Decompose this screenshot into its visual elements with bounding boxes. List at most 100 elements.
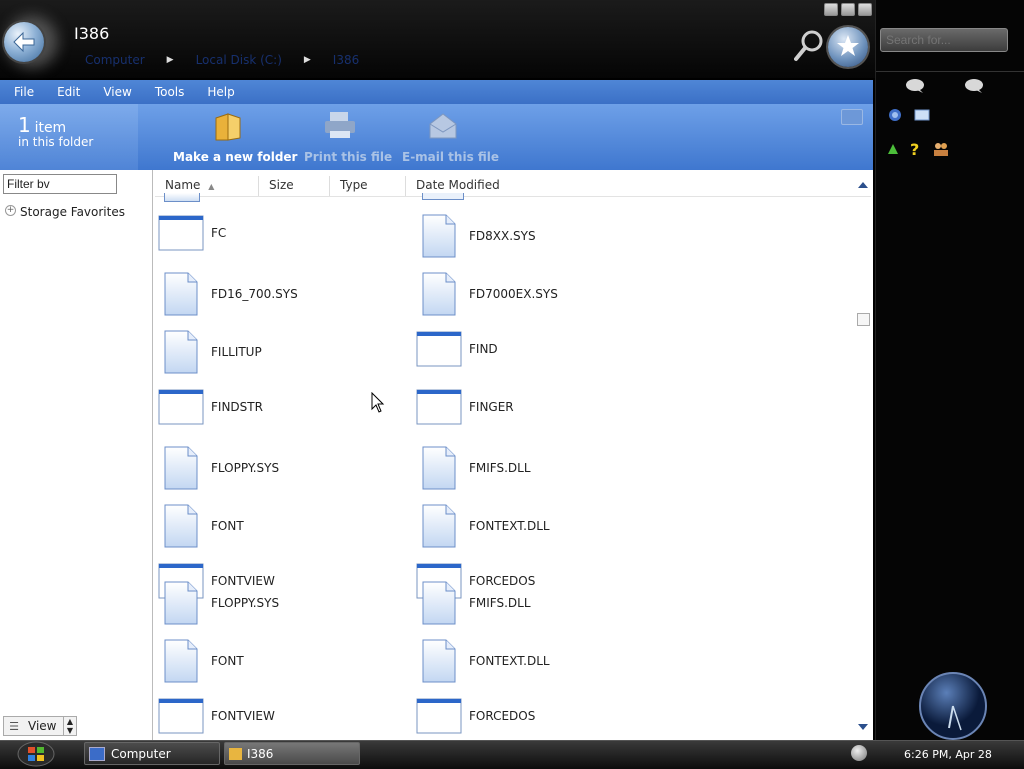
users-icon[interactable] [932, 141, 950, 157]
filter-input[interactable] [3, 174, 117, 194]
sort-ascending-icon: ▲ [208, 182, 215, 191]
mouse-cursor-icon [371, 392, 385, 413]
file-item[interactable]: FD7000EX.SYS [415, 272, 558, 316]
window-icon [157, 697, 205, 735]
file-item[interactable]: FONTVIEW [157, 697, 275, 735]
file-item[interactable]: FD16_700.SYS [157, 272, 298, 316]
file-name: FC [211, 226, 227, 240]
file-item[interactable]: FINDSTR [157, 388, 263, 426]
file-item[interactable]: FONT [157, 504, 244, 548]
file-item[interactable]: FINGER [415, 388, 514, 426]
item-count-sub: in this folder [18, 135, 94, 149]
navigation-pane [0, 170, 153, 740]
back-button[interactable] [4, 22, 44, 62]
scroll-down-arrow-icon[interactable] [857, 722, 869, 732]
tray-orb-icon[interactable] [851, 745, 867, 761]
chat-bubble-icon[interactable] [905, 78, 927, 94]
close-button[interactable] [858, 3, 872, 16]
scrollbar-thumb[interactable] [857, 313, 870, 326]
file-name: FINGER [469, 400, 514, 414]
file-item[interactable]: FD8XX.SYS [415, 214, 536, 258]
storage-favorites-item[interactable]: Storage Favorites [20, 205, 125, 219]
file-item[interactable]: FONT [157, 639, 244, 683]
favorites-star-button[interactable] [828, 27, 868, 67]
network-icon[interactable] [887, 108, 903, 122]
column-size[interactable]: Size [259, 176, 330, 196]
document-icon [157, 504, 205, 548]
file-name: FONT [211, 519, 244, 533]
view-label: View [28, 719, 57, 733]
column-type[interactable]: Type [330, 176, 406, 196]
item-count-label: item [34, 120, 67, 136]
breadcrumb-item[interactable]: Computer [85, 53, 145, 67]
document-icon [415, 272, 463, 316]
view-selector[interactable]: ☰ View ▲ ▼ [3, 716, 77, 736]
expand-plus-icon[interactable]: + [5, 205, 16, 216]
email-icon[interactable] [426, 110, 460, 142]
window-icon [415, 388, 463, 426]
clock[interactable]: 6:26 PM, Apr 28 [904, 748, 992, 761]
minimize-button[interactable] [824, 3, 838, 16]
info-icon[interactable] [841, 109, 863, 125]
taskbar-button-i386[interactable]: I386 [224, 742, 360, 765]
view-spinner-icon: ▲ ▼ [63, 717, 76, 735]
search-input[interactable] [880, 28, 1008, 52]
file-item[interactable]: FIND [415, 330, 498, 368]
file-item[interactable]: FONTEXT.DLL [415, 639, 550, 683]
maximize-button[interactable] [841, 3, 855, 16]
file-name: FMIFS.DLL [469, 596, 531, 610]
print-file-button[interactable]: Print this file [304, 150, 392, 164]
file-item[interactable]: FC [157, 214, 226, 252]
file-item[interactable]: FLOPPY.SYS [157, 581, 279, 625]
email-file-button[interactable]: E-mail this file [402, 150, 499, 164]
file-name: FD7000EX.SYS [469, 287, 558, 301]
scroll-up-arrow-icon[interactable] [857, 180, 869, 190]
start-button-windows-icon[interactable] [16, 741, 56, 767]
printer-icon[interactable] [322, 110, 358, 140]
file-name: FILLITUP [211, 345, 262, 359]
clock-gadget-icon[interactable] [913, 668, 991, 740]
menu-tools[interactable]: Tools [141, 85, 194, 99]
file-name: FMIFS.DLL [469, 461, 531, 475]
document-icon[interactable] [164, 193, 200, 202]
file-name: FONTVIEW [211, 709, 275, 723]
document-icon [415, 639, 463, 683]
menu-help[interactable]: Help [193, 85, 243, 99]
document-icon [157, 330, 205, 374]
new-folder-icon[interactable] [210, 110, 244, 144]
file-item[interactable]: FMIFS.DLL [415, 446, 531, 490]
file-name: FONTEXT.DLL [469, 519, 550, 533]
folder-icon [229, 747, 242, 760]
item-count-number: 1 [18, 113, 31, 137]
breadcrumb: Computer ▶ Local Disk (C:) ▶ I386 [85, 53, 359, 67]
file-item[interactable]: FONTEXT.DLL [415, 504, 550, 548]
menu-file[interactable]: File [0, 85, 43, 99]
menu-view[interactable]: View [89, 85, 140, 99]
column-header: Name ▲ Size Type Date Modified [155, 176, 871, 197]
breadcrumb-item[interactable]: Local Disk (C:) [196, 53, 282, 67]
taskbar-button-computer[interactable]: Computer [84, 742, 220, 765]
document-icon [415, 504, 463, 548]
make-new-folder-button[interactable]: Make a new folder [173, 150, 297, 164]
help-question-icon[interactable]: ? [908, 140, 924, 158]
divider [876, 71, 1024, 72]
file-item[interactable]: FORCEDOS [415, 697, 535, 735]
breadcrumb-separator-icon[interactable]: ▶ [167, 55, 174, 65]
window-icon[interactable] [422, 193, 464, 200]
file-item[interactable]: FLOPPY.SYS [157, 446, 279, 490]
back-arrow-icon [13, 31, 35, 53]
file-name: FD8XX.SYS [469, 229, 536, 243]
breadcrumb-separator-icon[interactable]: ▶ [304, 55, 311, 65]
file-item[interactable]: FMIFS.DLL [415, 581, 531, 625]
magnifier-icon[interactable] [794, 30, 824, 65]
window-icon [157, 388, 205, 426]
mail-icon[interactable] [914, 108, 930, 122]
file-item[interactable]: FILLITUP [157, 330, 262, 374]
refresh-icon[interactable] [885, 141, 901, 157]
computer-icon [89, 746, 105, 761]
menu-edit[interactable]: Edit [43, 85, 89, 99]
file-name: FD16_700.SYS [211, 287, 298, 301]
chat-bubble-icon[interactable] [964, 78, 986, 94]
document-icon [157, 272, 205, 316]
breadcrumb-item[interactable]: I386 [333, 53, 359, 67]
